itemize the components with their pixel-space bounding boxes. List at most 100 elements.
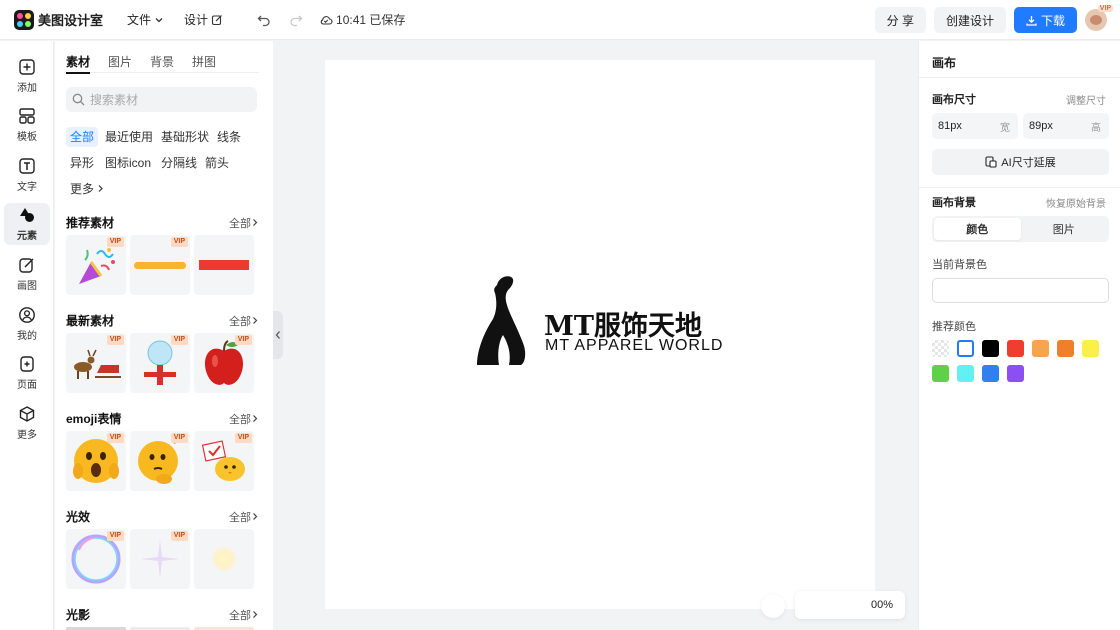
color-swatch[interactable]: [1082, 340, 1099, 357]
chip-basic-shapes[interactable]: 基础形状: [157, 127, 213, 147]
download-button[interactable]: 下载: [1013, 7, 1077, 33]
collapse-panel-button[interactable]: [273, 311, 283, 359]
party-popper-thumb[interactable]: VIP: [66, 235, 126, 295]
view-all-link[interactable]: 全部: [229, 607, 259, 623]
tab-bg-color[interactable]: 颜色: [934, 218, 1021, 240]
red-bar-thumb[interactable]: [194, 235, 254, 295]
reindeer-sleigh-thumb[interactable]: VIP: [66, 333, 126, 393]
vip-badge: VIP: [106, 531, 124, 541]
rail-item-pages[interactable]: 页面: [4, 352, 50, 394]
undo-icon: [257, 15, 270, 26]
section-recommended: 推荐素材 全部: [66, 214, 259, 231]
tab-materials[interactable]: 素材: [66, 53, 91, 74]
search-placeholder: 搜索素材: [90, 93, 139, 107]
text-t-icon: [19, 158, 35, 174]
view-all-link[interactable]: 全部: [229, 411, 259, 427]
rail-label: 更多: [17, 430, 37, 441]
create-design-button[interactable]: 创建设计: [933, 7, 1006, 33]
redo-icon: [290, 15, 303, 26]
chip-icons[interactable]: 图标icon: [101, 153, 155, 173]
color-swatch[interactable]: [932, 340, 949, 357]
chip-lines[interactable]: 线条: [213, 127, 245, 147]
chip-all[interactable]: 全部: [66, 127, 99, 147]
avatar-vip-badge: VIP: [1097, 5, 1113, 12]
rail-item-templates[interactable]: 模板: [4, 104, 50, 146]
yellow-brush-stroke-thumb[interactable]: VIP: [130, 235, 190, 295]
chevron-down-icon: [155, 17, 163, 22]
section-emoji: emoji表情 全部: [66, 410, 259, 427]
resize-link[interactable]: 调整尺寸: [1066, 92, 1106, 107]
section-newest: 最新素材 全部: [66, 312, 259, 329]
chip-recent[interactable]: 最近使用: [101, 127, 157, 147]
color-swatch[interactable]: [957, 340, 974, 357]
bubble-ring-thumb[interactable]: VIP: [66, 529, 126, 589]
user-avatar[interactable]: VIP: [1085, 5, 1113, 31]
thinking-emoji-thumb[interactable]: VIP: [130, 431, 190, 491]
shocked-emoji-thumb[interactable]: VIP: [66, 431, 126, 491]
chip-arrows[interactable]: 箭头: [201, 153, 233, 173]
width-field[interactable]: 81px 宽: [932, 113, 1018, 139]
canvas-workspace: MT服饰天地 MT APPAREL WORLD 00%: [273, 41, 918, 630]
dress-silhouette-logo[interactable]: [475, 275, 531, 367]
page-add-icon: [20, 356, 34, 372]
chip-dividers[interactable]: 分隔线: [157, 153, 201, 173]
rail-item-mine[interactable]: 我的: [4, 303, 50, 345]
zoom-indicator[interactable]: 00%: [795, 591, 905, 619]
sparkle-star-thumb[interactable]: VIP: [130, 529, 190, 589]
vip-badge: VIP: [170, 335, 188, 345]
design-menu[interactable]: 设计: [184, 11, 223, 28]
soft-glow-thumb[interactable]: [194, 529, 254, 589]
chip-irregular[interactable]: 异形: [66, 153, 98, 173]
view-all-label: 全部: [229, 217, 251, 230]
rail-item-more[interactable]: 更多: [4, 402, 50, 444]
chip-more[interactable]: 更多: [66, 179, 108, 199]
chevron-left-icon: [275, 331, 280, 339]
rail-item-add[interactable]: 添加: [4, 55, 50, 97]
chick-sign-emoji-thumb[interactable]: VIP: [194, 431, 254, 491]
zoom-control-button[interactable]: [761, 594, 785, 618]
rail-item-elements[interactable]: 元素: [4, 203, 50, 245]
view-all-link[interactable]: 全部: [229, 215, 259, 231]
brand-name-english[interactable]: MT APPAREL WORLD: [545, 337, 723, 355]
view-all-link[interactable]: 全部: [229, 313, 259, 329]
height-field[interactable]: 89px 高: [1023, 113, 1109, 139]
color-swatch[interactable]: [1007, 365, 1024, 382]
tab-backgrounds[interactable]: 背景: [150, 53, 174, 73]
artboard[interactable]: MT服饰天地 MT APPAREL WORLD: [325, 60, 875, 609]
share-button[interactable]: 分 享: [874, 7, 926, 33]
restore-bg-link[interactable]: 恢复原始背景: [1046, 195, 1106, 210]
edit-square-icon: [211, 14, 222, 25]
red-bar-shape: [199, 260, 249, 270]
color-swatch[interactable]: [982, 340, 999, 357]
yellow-brush-stroke-shape: [134, 261, 186, 269]
color-swatch[interactable]: [932, 365, 949, 382]
snow-globe-gift-thumb[interactable]: VIP: [130, 333, 190, 393]
file-menu[interactable]: 文件: [127, 11, 164, 28]
app-logo[interactable]: 美图设计室: [14, 9, 103, 30]
ai-size-extend-button[interactable]: AI尺寸延展: [932, 149, 1109, 175]
view-all-link[interactable]: 全部: [229, 509, 259, 525]
meitu-logo-icon: [14, 9, 34, 30]
tab-images[interactable]: 图片: [108, 53, 132, 73]
asset-search-input[interactable]: 搜索素材: [66, 87, 257, 112]
color-swatch[interactable]: [1032, 340, 1049, 357]
current-bg-color-field[interactable]: [932, 278, 1109, 303]
chevron-right-icon: [253, 415, 258, 422]
height-value: 89px: [1029, 120, 1053, 132]
color-swatch[interactable]: [957, 365, 974, 382]
save-status: 10:41 已保存: [319, 11, 405, 28]
vip-badge: VIP: [234, 335, 252, 345]
tab-collage[interactable]: 拼图: [192, 53, 216, 73]
color-swatch[interactable]: [1007, 340, 1024, 357]
cloud-check-icon: [320, 15, 333, 25]
undo-button[interactable]: [257, 13, 271, 27]
color-swatch[interactable]: [1057, 340, 1074, 357]
rail-item-text[interactable]: 文字: [4, 154, 50, 196]
rail-label: 文字: [17, 182, 37, 193]
color-swatch[interactable]: [982, 365, 999, 382]
tab-bg-image[interactable]: 图片: [1021, 218, 1108, 240]
download-label: 下载: [1040, 13, 1065, 28]
red-apple-thumb[interactable]: VIP: [194, 333, 254, 393]
redo-button[interactable]: [289, 13, 303, 27]
rail-item-draw[interactable]: 画图: [4, 253, 50, 295]
